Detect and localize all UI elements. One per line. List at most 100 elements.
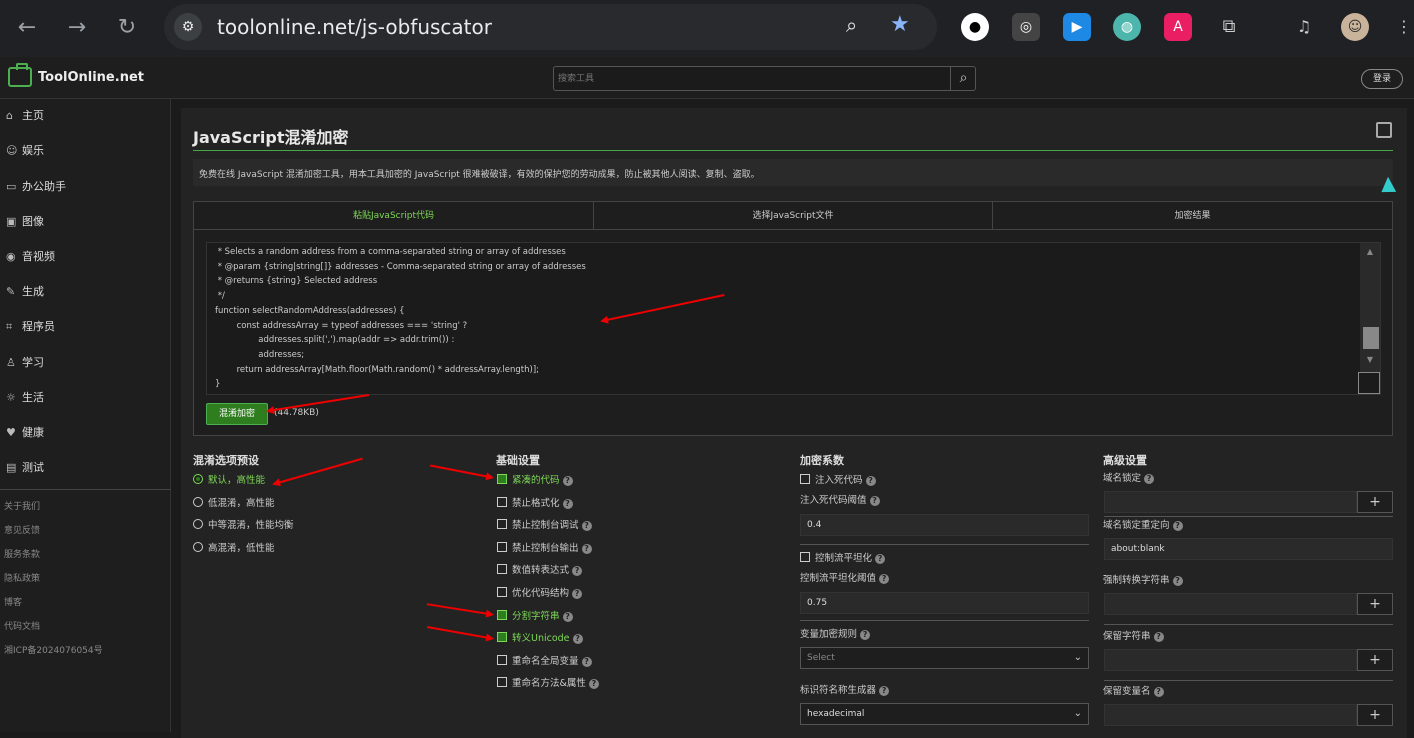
sidebar-footer-link[interactable]: 意见反馈: [4, 523, 40, 536]
help-icon[interactable]: ?: [581, 656, 592, 667]
tab-paste-code[interactable]: 粘贴JavaScript代码: [194, 202, 593, 230]
bookmark-star-icon[interactable]: ★: [890, 12, 910, 37]
basic-option[interactable]: 优化代码结构?: [497, 587, 583, 601]
preset-radio[interactable]: [193, 519, 203, 529]
toolbox-logo-icon[interactable]: [8, 63, 32, 87]
control-flow-threshold-input[interactable]: 0.75: [800, 592, 1089, 614]
resize-handle[interactable]: [1358, 372, 1380, 394]
sidebar-item[interactable]: ▣ 图像: [6, 212, 44, 232]
preset-radio[interactable]: [193, 496, 203, 507]
help-icon[interactable]: ?: [562, 476, 573, 486]
basic-checkbox[interactable]: [497, 496, 507, 507]
add-reserved-name-button[interactable]: +: [1357, 704, 1393, 726]
menu-kebab-icon[interactable]: ⋮: [1390, 13, 1414, 41]
help-icon[interactable]: ?: [588, 679, 599, 690]
extension-circle-icon[interactable]: ●: [961, 13, 989, 41]
sidebar-item[interactable]: ✎ 生成: [6, 282, 44, 302]
scroll-down-icon[interactable]: ▼: [1365, 355, 1375, 364]
sidebar-footer-link[interactable]: 博客: [4, 595, 22, 608]
help-icon[interactable]: ?: [879, 574, 890, 584]
profile-avatar[interactable]: ☺: [1341, 13, 1369, 41]
basic-option[interactable]: 禁止格式化?: [497, 496, 573, 511]
sidebar-footer-link[interactable]: 湘ICP备2024076054号: [4, 643, 103, 656]
basic-checkbox[interactable]: [497, 632, 507, 643]
help-icon[interactable]: ?: [581, 521, 592, 532]
share-icon[interactable]: [1376, 122, 1392, 138]
extension-translate-icon[interactable]: A: [1164, 13, 1192, 41]
preset-option[interactable]: 中等混淆，性能均衡: [193, 519, 294, 533]
basic-checkbox[interactable]: [497, 541, 507, 552]
help-icon[interactable]: ?: [572, 589, 583, 599]
id-gen-select[interactable]: hexadecimal ⌄: [800, 703, 1089, 725]
url-text[interactable]: toolonline.net/js-obfuscator: [217, 15, 492, 39]
login-button[interactable]: 登录: [1361, 69, 1403, 89]
basic-checkbox[interactable]: [497, 654, 507, 665]
zoom-icon[interactable]: ⌕: [846, 13, 857, 37]
tab-select-file[interactable]: 选择JavaScript文件: [593, 202, 992, 230]
help-icon[interactable]: ?: [879, 686, 890, 696]
basic-option[interactable]: 数值转表达式?: [497, 564, 583, 578]
force-string-input[interactable]: [1104, 593, 1357, 615]
domain-redirect-input[interactable]: about:blank: [1104, 538, 1393, 560]
help-icon[interactable]: ?: [869, 496, 880, 506]
extensions-puzzle-icon[interactable]: ⧉: [1215, 13, 1243, 41]
search-input[interactable]: [558, 70, 948, 88]
sidebar-item[interactable]: ⌂ 主页: [6, 106, 44, 126]
reserved-names-input[interactable]: [1104, 704, 1357, 726]
sidebar-footer-link[interactable]: 服务条款: [4, 547, 40, 560]
preset-radio[interactable]: [193, 474, 203, 484]
basic-checkbox[interactable]: [497, 677, 507, 688]
media-queue-icon[interactable]: ♫: [1290, 13, 1318, 41]
preset-option[interactable]: 高混淆，低性能: [193, 541, 275, 556]
var-rule-select[interactable]: Select ⌄: [800, 647, 1089, 669]
sidebar-item[interactable]: ☼ 生活: [6, 388, 44, 408]
reload-icon[interactable]: ↻: [113, 14, 141, 42]
code-textarea[interactable]: * Selects a random address from a comma-…: [206, 242, 1381, 395]
help-icon[interactable]: ?: [581, 543, 592, 554]
help-icon[interactable]: ?: [1144, 474, 1155, 484]
dead-code-threshold-input[interactable]: 0.4: [800, 514, 1089, 536]
dead-code-option[interactable]: 注入死代码?: [800, 474, 876, 488]
site-logo-text[interactable]: ToolOnline.net: [38, 70, 144, 85]
basic-checkbox[interactable]: [497, 519, 507, 530]
preset-option[interactable]: 低混淆，高性能: [193, 496, 275, 511]
preset-option[interactable]: 默认，高性能: [193, 474, 265, 488]
help-icon[interactable]: ?: [1153, 687, 1164, 697]
help-icon[interactable]: ?: [572, 634, 583, 645]
add-force-string-button[interactable]: +: [1357, 593, 1393, 615]
sidebar-footer-link[interactable]: 关于我们: [4, 499, 40, 512]
sidebar-item[interactable]: ☺ 娱乐: [6, 141, 44, 161]
preset-radio[interactable]: [193, 541, 203, 552]
help-icon[interactable]: ?: [875, 554, 886, 564]
site-settings-icon[interactable]: ⚙: [174, 13, 202, 41]
tab-result[interactable]: 加密结果: [992, 202, 1392, 230]
control-flow-option[interactable]: 控制流平坦化?: [800, 552, 886, 566]
search-icon[interactable]: ⌕: [950, 67, 976, 90]
sidebar-item[interactable]: ♥ 健康: [6, 423, 44, 443]
basic-option[interactable]: 禁止控制台输出?: [497, 541, 592, 556]
sidebar-item[interactable]: ⌗ 程序员: [6, 317, 55, 337]
help-icon[interactable]: ?: [562, 611, 573, 622]
obfuscate-button[interactable]: 混淆加密: [206, 403, 268, 425]
basic-checkbox[interactable]: [497, 609, 507, 620]
basic-checkbox[interactable]: [497, 564, 507, 575]
sidebar-item[interactable]: ◉ 音视频: [6, 247, 55, 267]
basic-checkbox[interactable]: [497, 587, 507, 597]
back-arrow-icon[interactable]: ←: [13, 14, 41, 42]
address-bar[interactable]: ⚙ toolonline.net/js-obfuscator ⌕ ★: [164, 4, 937, 50]
add-reserved-string-button[interactable]: +: [1357, 649, 1393, 671]
help-icon[interactable]: ?: [1172, 576, 1183, 586]
basic-option[interactable]: 转义Unicode?: [497, 632, 583, 646]
help-icon[interactable]: ?: [572, 566, 583, 577]
sidebar-item[interactable]: ♙ 学习: [6, 353, 44, 373]
basic-option[interactable]: 重命名方法&属性?: [497, 677, 599, 691]
extension-glasses-icon[interactable]: ◎: [1012, 13, 1040, 41]
basic-option[interactable]: 分割字符串?: [497, 609, 573, 624]
domain-lock-input[interactable]: [1104, 491, 1357, 513]
add-domain-button[interactable]: +: [1357, 491, 1393, 513]
help-icon[interactable]: ?: [1153, 632, 1164, 642]
basic-option[interactable]: 禁止控制台调试?: [497, 519, 592, 533]
help-icon[interactable]: ?: [1172, 521, 1183, 531]
scroll-up-icon[interactable]: ▲: [1365, 247, 1375, 256]
basic-option[interactable]: 紧凑的代码?: [497, 474, 573, 488]
